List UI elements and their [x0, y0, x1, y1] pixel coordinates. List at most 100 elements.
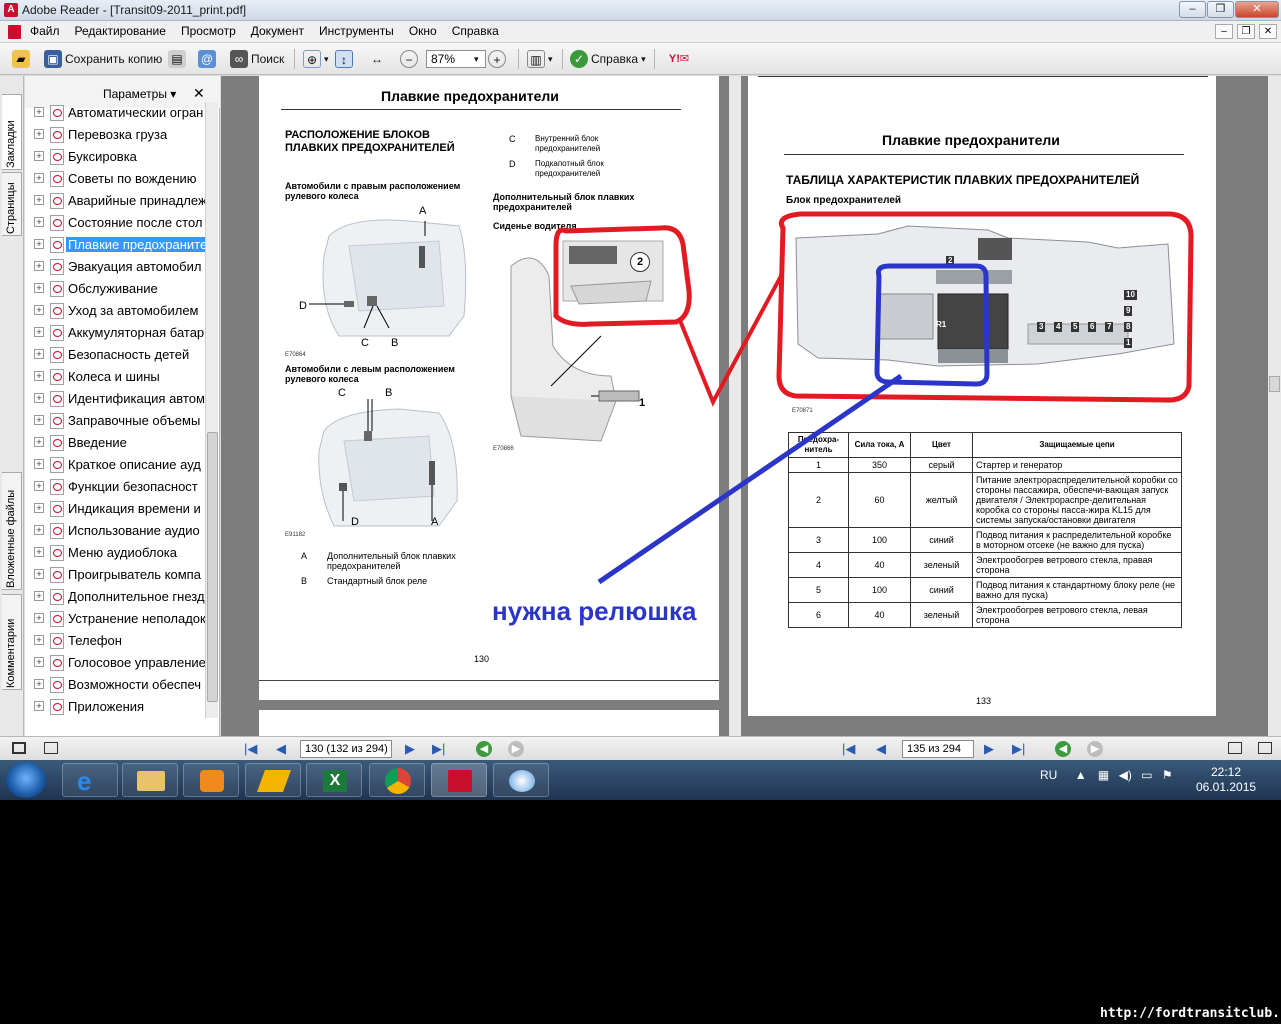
language-indicator[interactable]: RU	[1040, 768, 1057, 782]
zoom-in-icon[interactable]: +	[488, 50, 506, 68]
next-page-button[interactable]: ▶	[405, 741, 415, 757]
expand-icon[interactable]: +	[34, 129, 44, 139]
bookmark-item[interactable]: + Проигрыватель компа	[31, 564, 205, 586]
expand-icon[interactable]: +	[34, 393, 44, 403]
doc-restore-button[interactable]: ❐	[1237, 24, 1255, 39]
split-view-icon[interactable]	[1228, 742, 1242, 754]
menu-help[interactable]: Справка	[452, 24, 499, 38]
tray-display-icon[interactable]: ▭	[1141, 768, 1152, 782]
expand-icon[interactable]: +	[34, 481, 44, 491]
menu-view[interactable]: Просмотр	[181, 24, 236, 38]
zoom-dropdown-icon[interactable]: ▾	[474, 54, 479, 65]
expand-icon[interactable]: +	[34, 107, 44, 117]
zoom-out-icon[interactable]: −	[400, 50, 418, 68]
print-icon[interactable]: ▤	[168, 50, 186, 68]
email-icon[interactable]: @	[198, 50, 216, 68]
menu-document[interactable]: Документ	[251, 24, 304, 38]
expand-icon[interactable]: +	[34, 503, 44, 513]
last-page-button[interactable]: ▶|	[432, 741, 445, 757]
bookmark-item[interactable]: + Буксировка	[31, 146, 205, 168]
menu-tools[interactable]: Инструменты	[319, 24, 394, 38]
doc-minimize-button[interactable]: –	[1215, 24, 1233, 39]
bookmark-item[interactable]: + Плавкие предохраните	[31, 234, 205, 256]
page-number-field-right[interactable]: 135 из 294	[902, 740, 974, 758]
bookmark-item[interactable]: + Обслуживание	[31, 278, 205, 300]
first-page-button-right[interactable]: |◀	[842, 741, 855, 757]
explorer-taskbar-icon[interactable]	[122, 763, 178, 797]
menu-edit[interactable]: Редактирование	[75, 24, 166, 38]
tab-comments[interactable]: Комментарии	[2, 594, 22, 690]
yahoo-toolbar-icon[interactable]: Y!✉	[662, 50, 696, 68]
expand-icon[interactable]: +	[34, 547, 44, 557]
menu-file[interactable]: Файл	[30, 24, 60, 38]
bookmark-item[interactable]: + Уход за автомобилем	[31, 300, 205, 322]
bookmark-item[interactable]: + Состояние после стол	[31, 212, 205, 234]
bookmark-item[interactable]: + Телефон	[31, 630, 205, 652]
expand-icon[interactable]: +	[34, 173, 44, 183]
fit-width-icon[interactable]: ↔	[368, 50, 386, 68]
search-button[interactable]: ∞ Поиск	[230, 49, 284, 69]
tab-attachments[interactable]: Вложенные файлы	[2, 472, 22, 590]
expand-icon[interactable]: +	[34, 151, 44, 161]
back-icon[interactable]: ◀	[476, 741, 492, 757]
tray-network-icon[interactable]: ▦	[1098, 768, 1109, 782]
save-copy-button[interactable]: ▣ Сохранить копию	[44, 49, 162, 69]
bookmark-item[interactable]: + Аккумуляторная батар	[31, 322, 205, 344]
page-number-field-left[interactable]: 130 (132 из 294)	[300, 740, 392, 758]
bookmark-item[interactable]: + Возможности обеспеч	[31, 674, 205, 696]
expand-icon[interactable]: +	[34, 701, 44, 711]
expand-icon[interactable]: +	[34, 327, 44, 337]
expand-icon[interactable]: +	[34, 679, 44, 689]
help-button[interactable]: ✓ Справка ▾	[570, 49, 646, 69]
expand-icon[interactable]: +	[34, 525, 44, 535]
chrome-taskbar-icon[interactable]	[369, 763, 425, 797]
close-button[interactable]: ✕	[1235, 1, 1279, 18]
tray-volume-icon[interactable]: ◀)	[1119, 768, 1132, 782]
bookmark-item[interactable]: + Использование аудио	[31, 520, 205, 542]
bookmarks-scrollbar[interactable]	[205, 102, 218, 718]
forward-icon[interactable]: ▶	[508, 741, 524, 757]
close-panel-icon[interactable]: ✕	[193, 85, 205, 102]
bookmark-item[interactable]: + Автоматическии огран	[31, 102, 205, 124]
single-page-icon[interactable]	[12, 742, 26, 754]
expand-icon[interactable]: +	[34, 371, 44, 381]
expand-icon[interactable]: +	[34, 613, 44, 623]
forward-icon-right[interactable]: ▶	[1087, 741, 1103, 757]
tab-bookmarks[interactable]: Закладки	[2, 94, 22, 170]
bookmark-item[interactable]: + Колеса и шины	[31, 366, 205, 388]
continuous-page-icon[interactable]	[44, 742, 58, 754]
bookmark-item[interactable]: + Индикация времени и	[31, 498, 205, 520]
back-icon-right[interactable]: ◀	[1055, 741, 1071, 757]
menu-window[interactable]: Окно	[409, 24, 437, 38]
minimize-button[interactable]: –	[1179, 1, 1206, 18]
bookmark-item[interactable]: + Советы по вождению	[31, 168, 205, 190]
doc-close-button[interactable]: ✕	[1259, 24, 1277, 39]
bookmark-item[interactable]: + Введение	[31, 432, 205, 454]
bookmark-item[interactable]: + Эвакуация автомобил	[31, 256, 205, 278]
bookmark-item[interactable]: + Устранение неполадок	[31, 608, 205, 630]
bookmark-item[interactable]: + Голосовое управление	[31, 652, 205, 674]
bookmark-item[interactable]: + Краткое описание ауд	[31, 454, 205, 476]
fit-page-icon[interactable]: ↕	[335, 50, 353, 68]
start-button[interactable]	[6, 762, 46, 798]
bookmark-item[interactable]: + Перевозка груза	[31, 124, 205, 146]
prev-page-button[interactable]: ◀	[276, 741, 286, 757]
expand-icon[interactable]: +	[34, 195, 44, 205]
zoom-in-tool-icon[interactable]: ⊕	[303, 50, 321, 68]
next-page-button-right[interactable]: ▶	[984, 741, 994, 757]
prev-page-button-right[interactable]: ◀	[876, 741, 886, 757]
expand-icon[interactable]: +	[34, 657, 44, 667]
expand-icon[interactable]: +	[34, 349, 44, 359]
ie-taskbar-icon[interactable]: e	[62, 763, 118, 797]
page-display-icon[interactable]: ▥	[527, 50, 545, 68]
taskbar-clock[interactable]: 22:12 06.01.2015	[1196, 765, 1256, 795]
excel-taskbar-icon[interactable]: X	[306, 763, 362, 797]
bookmark-item[interactable]: + Заправочные объемы	[31, 410, 205, 432]
expand-icon[interactable]: +	[34, 283, 44, 293]
bookmark-item[interactable]: + Безопасность детей	[31, 344, 205, 366]
expand-icon[interactable]: +	[34, 437, 44, 447]
expand-icon[interactable]: +	[34, 459, 44, 469]
open-folder-icon[interactable]: ▰	[12, 50, 30, 68]
two-page-icon[interactable]	[1258, 742, 1272, 754]
bookmark-item[interactable]: + Меню аудиоблока	[31, 542, 205, 564]
